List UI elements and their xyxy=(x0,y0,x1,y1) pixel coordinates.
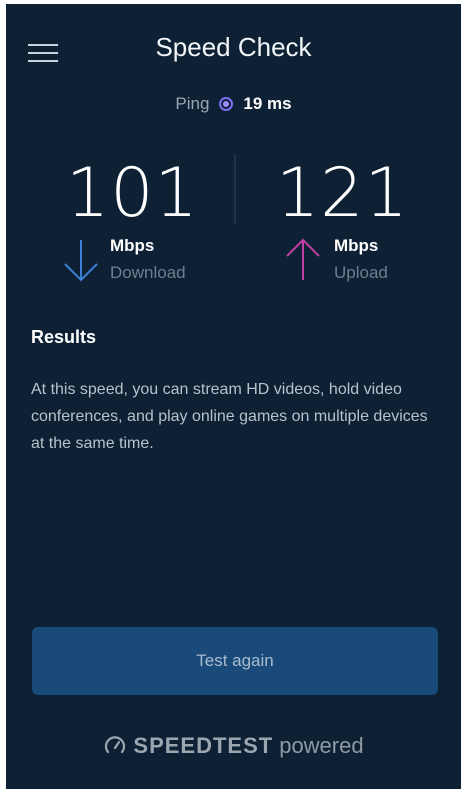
ping-row: Ping 19 ms xyxy=(6,92,461,116)
speedometer-icon xyxy=(105,736,126,754)
download-unit: Mbps xyxy=(110,236,155,255)
speed-divider xyxy=(234,154,236,224)
download-label: Download xyxy=(110,263,186,282)
arrow-down-icon xyxy=(64,240,98,282)
upload-unit: Mbps xyxy=(334,236,379,255)
ping-label: Ping xyxy=(175,94,210,113)
page-title: Speed Check xyxy=(155,32,312,62)
ping-value: 19 ms xyxy=(243,94,292,113)
powered-label: powered xyxy=(279,733,364,758)
speed-check-screen: Speed Check Ping 19 ms 101 121 Mbps Down… xyxy=(6,4,461,789)
results-description: At this speed, you can stream HD videos,… xyxy=(31,381,428,452)
test-again-button[interactable]: Test again xyxy=(32,627,438,695)
results-heading: Results xyxy=(31,327,97,347)
upload-speed-value: 121 xyxy=(276,154,409,233)
arrow-up-icon xyxy=(286,238,320,280)
ping-indicator-icon xyxy=(219,97,234,111)
speedtest-footer: SPEEDTEST powered xyxy=(6,733,461,759)
upload-label: Upload xyxy=(334,263,388,282)
speedtest-brand: SPEEDTEST xyxy=(133,733,274,758)
download-speed-value: 101 xyxy=(66,154,199,233)
